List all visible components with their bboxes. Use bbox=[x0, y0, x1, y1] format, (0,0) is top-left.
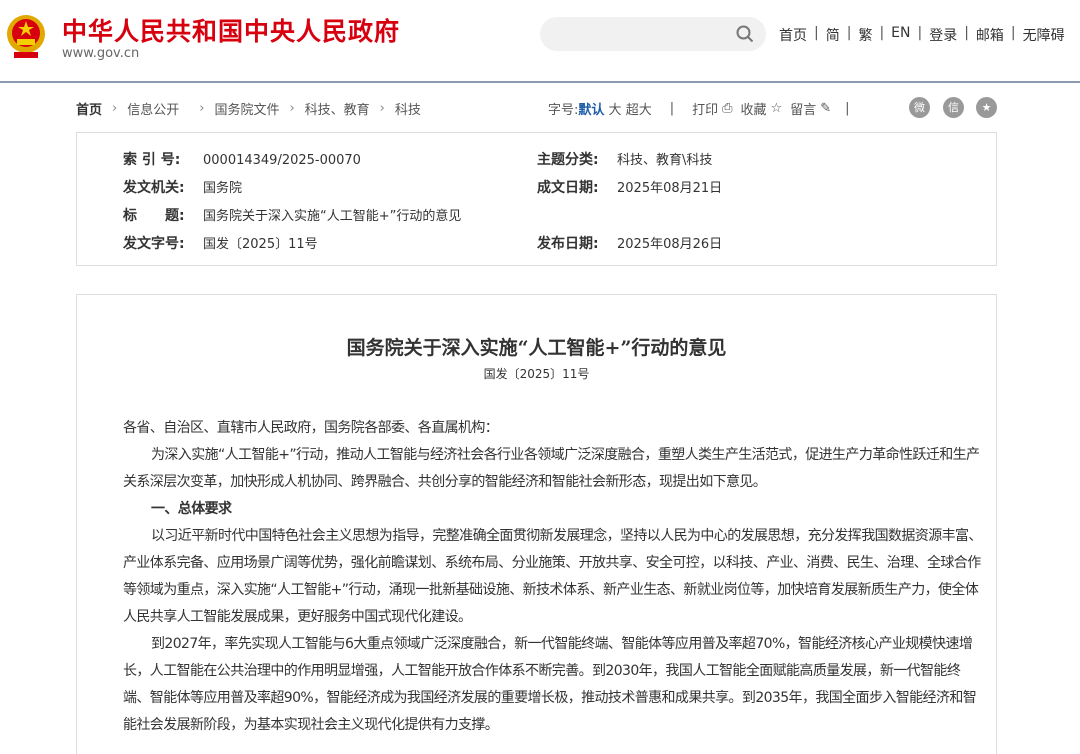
font-large-button[interactable]: 大 bbox=[609, 99, 622, 118]
nav-traditional[interactable]: 繁 bbox=[858, 25, 872, 45]
page-tools: 字号: 默认 大 超大 | 打印 ⎙ 收藏 ☆ 留言 ✎ | bbox=[548, 99, 850, 118]
breadcrumb-sci-edu[interactable]: 科技、教育 bbox=[305, 99, 370, 118]
docno-row: 发文字号: 国发〔2025〕11号 bbox=[123, 233, 318, 253]
paragraph: 以习近平新时代中国特色社会主义思想为指导，完整准确全面贯彻新发展理念，坚持以人民… bbox=[123, 528, 982, 625]
site-title[interactable]: 中华人民共和国中央人民政府 bbox=[62, 12, 400, 48]
favorite-button[interactable]: 收藏 bbox=[741, 99, 767, 118]
issuer-row: 发文机关: 国务院 bbox=[123, 177, 242, 197]
document-body: 各省、自治区、直辖市人民政府，国务院各部委、各直属机构： 为深入实施“人工智能+… bbox=[123, 415, 983, 739]
nav-english[interactable]: EN bbox=[891, 25, 910, 45]
breadcrumb: 首页 › 信息公开 › 国务院文件 › 科技、教育 › 科技 bbox=[76, 99, 421, 118]
breadcrumb-home[interactable]: 首页 bbox=[76, 99, 102, 118]
paragraph: 到2027年，率先实现人工智能与6大重点领域广泛深度融合，新一代智能终端、智能体… bbox=[123, 636, 977, 733]
issuer-value: 国务院 bbox=[203, 181, 243, 196]
created-value: 2025年08月21日 bbox=[617, 181, 723, 196]
topic-label: 主题分类: bbox=[537, 152, 599, 168]
font-default-button[interactable]: 默认 bbox=[578, 99, 604, 118]
search-input[interactable] bbox=[540, 17, 766, 51]
wechat-share-icon[interactable]: 信 bbox=[943, 97, 964, 118]
chevron-right-icon: › bbox=[379, 101, 385, 116]
font-size-label: 字号: bbox=[548, 103, 579, 118]
title-row: 标 题: 国务院关于深入实施“人工智能+”行动的意见 bbox=[123, 205, 461, 225]
nav-accessibility[interactable]: 无障碍 bbox=[1023, 25, 1065, 45]
docno-label: 发文字号: bbox=[123, 236, 185, 252]
document-title: 国务院关于深入实施“人工智能+”行动的意见 bbox=[346, 337, 727, 359]
chevron-right-icon: › bbox=[112, 101, 118, 116]
issuer-label: 发文机关: bbox=[123, 180, 185, 196]
salutation: 各省、自治区、直辖市人民政府，国务院各部委、各直属机构： bbox=[123, 420, 499, 436]
star-icon[interactable]: ☆ bbox=[771, 101, 783, 116]
divider: | bbox=[669, 101, 675, 116]
published-row: 发布日期: 2025年08月26日 bbox=[537, 233, 722, 253]
index-value: 000014349/2025-00070 bbox=[203, 153, 361, 168]
favorite-share-icon[interactable]: ★ bbox=[976, 97, 997, 118]
index-row: 索 引 号: 000014349/2025-00070 bbox=[123, 149, 361, 169]
section-heading: 一、总体要求 bbox=[151, 501, 232, 517]
chevron-right-icon: › bbox=[199, 101, 205, 116]
chevron-right-icon: › bbox=[289, 101, 295, 116]
divider: | bbox=[845, 101, 850, 116]
index-label: 索 引 号: bbox=[123, 152, 181, 168]
site-url: www.gov.cn bbox=[62, 46, 140, 61]
breadcrumb-info[interactable]: 信息公开 bbox=[127, 99, 179, 118]
topic-value: 科技、教育\科技 bbox=[617, 153, 713, 168]
comment-button[interactable]: 留言 bbox=[790, 99, 816, 118]
search-icon[interactable] bbox=[736, 25, 754, 43]
weibo-share-icon[interactable]: 微 bbox=[909, 97, 930, 118]
created-label: 成文日期: bbox=[537, 180, 599, 196]
title-value: 国务院关于深入实施“人工智能+”行动的意见 bbox=[203, 209, 462, 224]
topic-row: 主题分类: 科技、教育\科技 bbox=[537, 149, 712, 169]
document-content: 国务院关于深入实施“人工智能+”行动的意见 国发〔2025〕11号 各省、自治区… bbox=[76, 294, 997, 754]
site-header: 中华人民共和国中央人民政府 www.gov.cn 首页 | 简 | 繁 | EN | 登… bbox=[0, 0, 1080, 83]
created-row: 成文日期: 2025年08月21日 bbox=[537, 177, 722, 197]
nav-mail[interactable]: 邮箱 bbox=[976, 25, 1004, 45]
pencil-icon[interactable]: ✎ bbox=[820, 101, 831, 116]
nav-simplified[interactable]: 简 bbox=[826, 25, 840, 45]
print-button[interactable]: 打印 bbox=[692, 99, 718, 118]
nav-home[interactable]: 首页 bbox=[779, 25, 807, 45]
font-xlarge-button[interactable]: 超大 bbox=[626, 99, 652, 118]
docno-value: 国发〔2025〕11号 bbox=[203, 237, 318, 252]
paragraph: 为深入实施“人工智能+”行动，推动人工智能与经济社会各行业各领域广泛深度融合，重… bbox=[123, 447, 980, 490]
nav-login[interactable]: 登录 bbox=[929, 25, 957, 45]
published-value: 2025年08月26日 bbox=[617, 237, 723, 252]
national-emblem-icon bbox=[7, 15, 45, 58]
printer-icon[interactable]: ⎙ bbox=[722, 101, 732, 116]
breadcrumb-docs[interactable]: 国务院文件 bbox=[214, 99, 279, 118]
document-number: 国发〔2025〕11号 bbox=[483, 367, 590, 381]
document-info-box: 索 引 号: 000014349/2025-00070 主题分类: 科技、教育\科技… bbox=[76, 132, 997, 266]
top-nav: 首页 | 简 | 繁 | EN | 登录 | 邮箱 | 无障碍 bbox=[779, 25, 1065, 45]
breadcrumb-sci[interactable]: 科技 bbox=[395, 99, 421, 118]
title-label: 标 题: bbox=[123, 208, 185, 224]
published-label: 发布日期: bbox=[537, 236, 599, 252]
